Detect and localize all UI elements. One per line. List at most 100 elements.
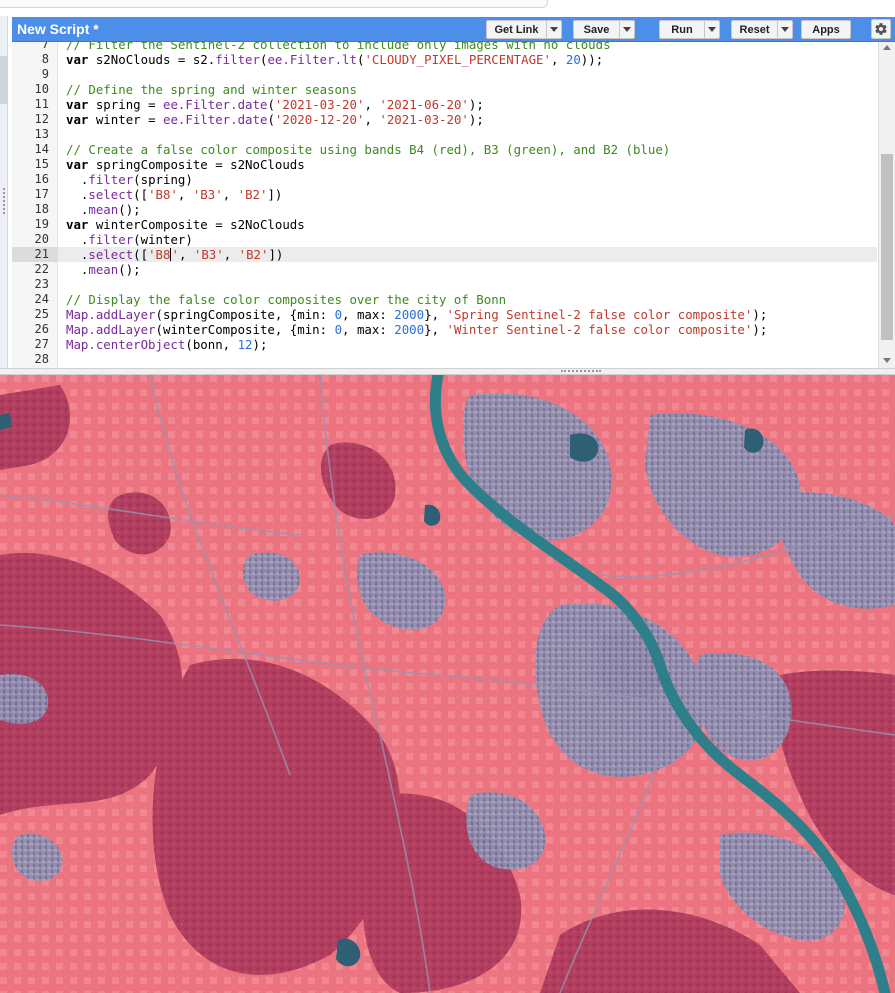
script-title[interactable]: New Script * (17, 21, 99, 37)
save-button[interactable]: Save (573, 20, 635, 39)
code-token: // Filter the Sentinel-2 collection to i… (66, 42, 611, 52)
run-label: Run (671, 23, 693, 36)
line-number: 15 (34, 157, 49, 171)
code-token: 0 (334, 322, 343, 337)
code-token: var (66, 52, 89, 67)
code-token: var (66, 157, 89, 172)
code-token: 12 (237, 337, 253, 352)
line-code[interactable]: // Define the spring and winter seasons (66, 82, 357, 97)
code-token: '2021-06-20' (379, 97, 469, 112)
code-token: . (66, 262, 89, 277)
code-line[interactable]: 15 var springComposite = s2NoClouds (12, 157, 877, 172)
code-line[interactable]: 25 Map.addLayer(springComposite, {min: 0,… (12, 307, 877, 322)
code-line[interactable]: 26 Map.addLayer(winterComposite, {min: 0,… (12, 322, 877, 337)
line-code[interactable]: var winterComposite = s2NoClouds (66, 217, 305, 232)
line-number: 7 (41, 42, 49, 51)
settings-button[interactable] (871, 19, 891, 39)
reset-label: Reset (739, 23, 770, 36)
line-code[interactable]: var winter = ee.Filter.date('2020-12-20'… (66, 112, 484, 127)
line-code[interactable]: Map.centerObject(bonn, 12); (66, 337, 267, 352)
code-token: var (66, 112, 89, 127)
code-token: ' (171, 247, 179, 262)
code-line[interactable]: 11 var spring = ee.Filter.date('2021-03-2… (12, 97, 877, 112)
code-token: . (66, 187, 89, 202)
code-token: Map.centerObject (66, 337, 186, 352)
code-token: . (66, 172, 89, 187)
code-token: , (223, 247, 239, 262)
line-code[interactable]: // Create a false color composite using … (66, 142, 670, 157)
scroll-up-icon[interactable] (883, 45, 891, 50)
code-token: 2000 (394, 322, 425, 337)
code-token: select (88, 187, 134, 202)
code-line[interactable]: 7 // Filter the Sentinel-2 collection to … (12, 42, 877, 52)
code-line[interactable]: 24 // Display the false color composites … (12, 292, 877, 307)
code-line[interactable]: 10 // Define the spring and winter season… (12, 82, 877, 97)
code-token: (); (118, 262, 141, 277)
code-line[interactable]: 27 Map.centerObject(bonn, 12); (12, 337, 877, 352)
code-lines[interactable]: 7 // Filter the Sentinel-2 collection to … (12, 42, 877, 367)
code-line[interactable]: 13 (12, 127, 877, 142)
code-token: 'B8' (148, 187, 178, 202)
code-line[interactable]: 12 var winter = ee.Filter.date('2020-12-2… (12, 112, 877, 127)
code-line[interactable]: 8 var s2NoClouds = s2.filter(ee.Filter.lt… (12, 52, 877, 67)
run-dropdown[interactable] (704, 21, 719, 38)
splitter-grip[interactable] (561, 370, 601, 373)
code-token: select (88, 247, 134, 262)
line-number: 14 (34, 142, 49, 156)
code-token: 'B2' (237, 187, 268, 202)
line-number: 12 (34, 112, 49, 126)
editor-map-splitter[interactable] (0, 368, 895, 375)
false-color-composite-imagery (0, 375, 895, 993)
get-link-button[interactable]: Get Link (486, 20, 562, 39)
map-view[interactable] (0, 375, 895, 993)
code-line[interactable]: 22 .mean(); (12, 262, 877, 277)
code-token: 'B2' (238, 247, 269, 262)
left-panel-edge[interactable] (0, 16, 8, 368)
code-line[interactable]: 18 .mean(); (12, 202, 877, 217)
line-code[interactable]: Map.addLayer(springComposite, {min: 0, m… (66, 307, 767, 322)
left-resize-grip[interactable] (3, 188, 5, 214)
code-token: ); (468, 112, 484, 127)
code-token: 0 (334, 307, 343, 322)
line-code[interactable]: // Filter the Sentinel-2 collection to i… (66, 42, 611, 52)
code-token: ([ (133, 187, 149, 202)
code-line[interactable]: 23 (12, 277, 877, 292)
code-line[interactable]: 16 .filter(spring) (12, 172, 877, 187)
code-line[interactable]: 19 var winterComposite = s2NoClouds (12, 217, 877, 232)
line-code[interactable]: .mean(); (66, 262, 141, 277)
scroll-down-icon[interactable] (883, 358, 891, 363)
editor-scrollbar[interactable] (878, 42, 895, 368)
line-code[interactable]: // Display the false color composites ov… (66, 292, 506, 307)
code-editor[interactable]: 7 // Filter the Sentinel-2 collection to … (12, 42, 895, 368)
code-token: , (177, 187, 193, 202)
reset-button[interactable]: Reset (731, 20, 793, 39)
line-code[interactable]: var spring = ee.Filter.date('2021-03-20'… (66, 97, 484, 112)
line-code[interactable]: .select(['B8', 'B3', 'B2']) (66, 187, 282, 202)
line-code[interactable]: .mean(); (66, 202, 141, 217)
code-line[interactable]: 20 .filter(winter) (12, 232, 877, 247)
code-line[interactable]: 9 (12, 67, 877, 82)
code-line[interactable]: 28 (12, 352, 877, 367)
save-dropdown[interactable] (619, 21, 634, 38)
code-token: ); (468, 97, 484, 112)
line-code[interactable]: Map.addLayer(winterComposite, {min: 0, m… (66, 322, 767, 337)
line-number: 9 (41, 67, 49, 81)
code-token: '2020-12-20' (274, 112, 365, 127)
line-code[interactable]: var s2NoClouds = s2.filter(ee.Filter.lt(… (66, 52, 603, 67)
code-line[interactable]: 14 // Create a false color composite usin… (12, 142, 877, 157)
line-number: 27 (34, 337, 49, 351)
code-line[interactable]: 17 .select(['B8', 'B3', 'B2']) (12, 187, 877, 202)
line-code[interactable]: .filter(winter) (66, 232, 193, 247)
line-code[interactable]: .filter(spring) (66, 172, 193, 187)
code-token: '2021-03-20' (274, 97, 365, 112)
run-button[interactable]: Run (659, 20, 720, 39)
get-link-dropdown[interactable] (546, 21, 561, 38)
code-token: ); (752, 322, 768, 337)
apps-button[interactable]: Apps (801, 20, 851, 39)
code-token: , max: (342, 307, 395, 322)
reset-dropdown[interactable] (777, 21, 792, 38)
line-code[interactable]: .select(['B8', 'B3', 'B2']) (66, 247, 283, 262)
scrollbar-thumb[interactable] (881, 154, 893, 340)
code-line[interactable]: 21 .select(['B8', 'B3', 'B2']) (12, 247, 877, 262)
line-code[interactable]: var springComposite = s2NoClouds (66, 157, 305, 172)
